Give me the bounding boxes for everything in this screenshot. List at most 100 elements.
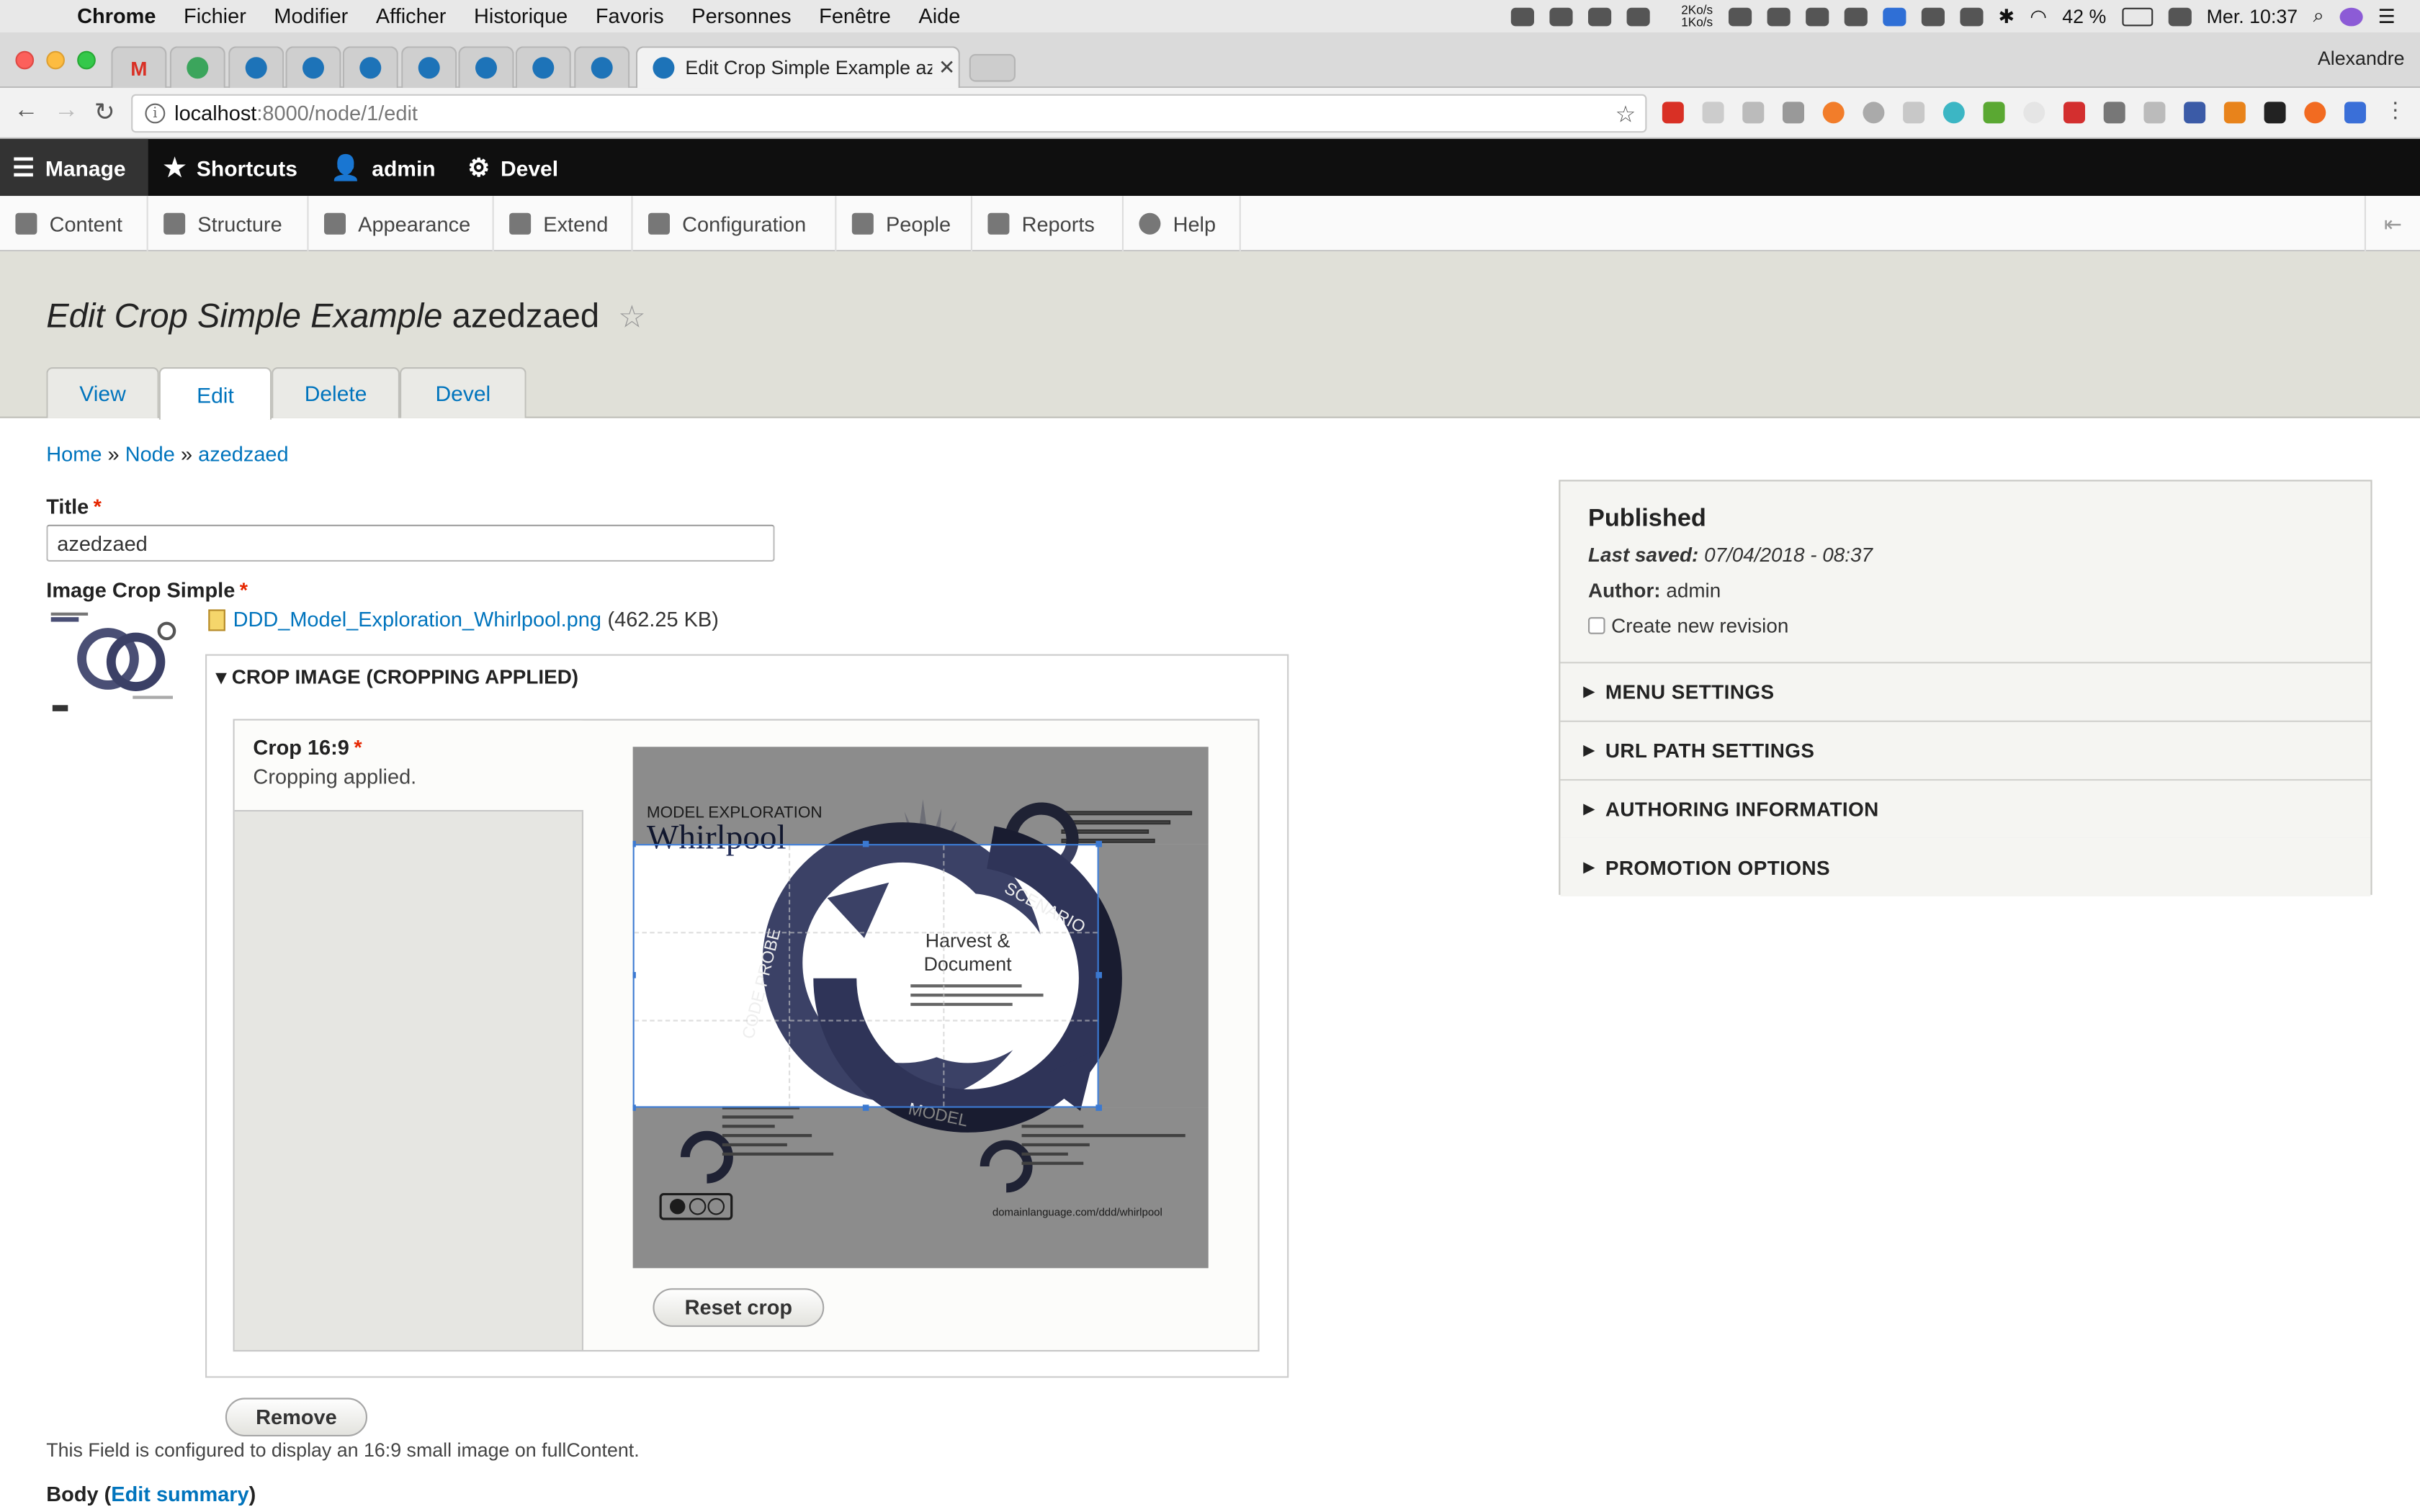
crop-handle-sw[interactable]	[632, 1104, 636, 1111]
terminal-icon[interactable]	[1882, 6, 1906, 26]
malwarebytes-icon[interactable]	[1767, 6, 1791, 26]
toolbar-user[interactable]: 👤 admin	[331, 139, 436, 196]
siri-icon[interactable]	[2339, 6, 2363, 26]
tab-drupal-6[interactable]	[515, 46, 571, 89]
tab-drupal-3[interactable]	[342, 46, 398, 89]
crop-handle-n[interactable]	[862, 840, 869, 847]
crop-handle-e[interactable]	[1095, 972, 1102, 978]
breadcrumb-node[interactable]: Node	[125, 443, 175, 466]
close-window-icon[interactable]	[15, 50, 35, 70]
notification-center-icon[interactable]: ☰	[2378, 4, 2396, 28]
toolbar-orientation-icon[interactable]: ⇤	[2364, 196, 2420, 252]
crop-summary[interactable]: ▾ CROP IMAGE (CROPPING APPLIED)	[216, 665, 578, 690]
address-bar[interactable]: i localhost:8000/node/1/edit ☆	[131, 94, 1647, 133]
tab-drupal-7[interactable]	[574, 46, 630, 89]
crop-selection[interactable]	[632, 840, 1102, 1111]
extension-icon[interactable]	[2184, 102, 2206, 124]
network-speed[interactable]: 2Ko/s 1Ko/s	[1666, 3, 1713, 28]
reset-crop-button[interactable]: Reset crop	[653, 1288, 825, 1327]
tab-edit[interactable]: Edit	[158, 366, 272, 420]
extension-icon[interactable]	[1903, 102, 1925, 124]
back-icon[interactable]: ←	[14, 97, 38, 125]
airplay-icon[interactable]	[1921, 6, 1945, 26]
tab-view[interactable]: View	[46, 366, 159, 418]
revision-checkbox[interactable]	[1588, 617, 1605, 634]
cloud-icon[interactable]	[1588, 6, 1612, 26]
tab-drupal-1[interactable]	[228, 46, 284, 89]
tray-appearance[interactable]: Appearance	[309, 196, 494, 252]
dropbox-icon[interactable]	[1728, 6, 1752, 26]
breadcrumb-home[interactable]: Home	[46, 443, 102, 466]
tab-gmail[interactable]: M	[111, 46, 167, 89]
extension-icon[interactable]	[2264, 102, 2286, 124]
crop-handle-s[interactable]	[862, 1104, 869, 1111]
extension-icon[interactable]	[1863, 102, 1885, 124]
menu-historique[interactable]: Historique	[474, 4, 568, 27]
url-path-settings-toggle[interactable]: ▶ URL PATH SETTINGS	[1560, 721, 2371, 781]
shortcut-star-icon[interactable]: ☆	[618, 301, 645, 335]
extension-icon[interactable]	[2023, 102, 2045, 124]
tab-drupal-4[interactable]	[401, 46, 457, 89]
clock[interactable]: Mer. 10:37	[2207, 6, 2298, 27]
docker-icon[interactable]	[1511, 6, 1535, 26]
tab-delete[interactable]: Delete	[272, 366, 400, 418]
profile-name[interactable]: Alexandre	[2318, 48, 2405, 69]
maximize-window-icon[interactable]	[77, 50, 96, 70]
menu-fenetre[interactable]: Fenêtre	[819, 4, 891, 27]
evernote-icon[interactable]	[1550, 6, 1574, 26]
toolbar-devel[interactable]: ⚙ Devel	[467, 139, 558, 196]
title-input[interactable]	[46, 524, 775, 562]
bluetooth-icon[interactable]: ✱	[1999, 4, 2015, 28]
chrome-menu-icon[interactable]: ⋮	[2385, 97, 2406, 123]
vpn-icon[interactable]	[1805, 6, 1829, 26]
crop-handle-nw[interactable]	[632, 840, 636, 847]
tray-extend[interactable]: Extend	[494, 196, 633, 252]
extension-icon[interactable]	[1742, 102, 1765, 124]
tray-reports[interactable]: Reports	[972, 196, 1124, 252]
menu-settings-toggle[interactable]: ▶ MENU SETTINGS	[1560, 663, 2371, 722]
time-machine-icon[interactable]	[1959, 6, 1984, 26]
tab-active[interactable]: Edit Crop Simple Example azedzaed ✕	[635, 46, 960, 89]
extension-icon[interactable]	[2304, 102, 2326, 124]
extension-icon[interactable]	[1702, 102, 1724, 124]
crop-handle-ne[interactable]	[1095, 840, 1102, 847]
tab-devel[interactable]: Devel	[400, 366, 526, 418]
gmail-extension-icon[interactable]	[1662, 102, 1684, 124]
remove-button[interactable]: Remove	[225, 1398, 367, 1436]
menu-personnes[interactable]: Personnes	[691, 4, 791, 27]
menu-chrome[interactable]: Chrome	[77, 4, 156, 27]
battery-percent[interactable]: 42 %	[2062, 6, 2106, 27]
crop-image-area[interactable]: MODEL EXPLORATION Whirlpool Harvest & Do…	[632, 747, 1209, 1269]
new-tab-button[interactable]	[969, 54, 1016, 82]
extension-icon[interactable]	[2344, 102, 2366, 124]
tray-content[interactable]: Content	[0, 196, 148, 252]
tray-people[interactable]: People	[836, 196, 972, 252]
battery-icon[interactable]	[2121, 6, 2153, 26]
crop-handle-w[interactable]	[632, 972, 636, 978]
shazam-icon[interactable]	[1844, 6, 1868, 26]
minimize-window-icon[interactable]	[46, 50, 65, 70]
edit-summary-link[interactable]: Edit summary	[111, 1482, 248, 1506]
metamask-icon[interactable]	[2223, 102, 2246, 124]
crop-tab-16-9[interactable]: Crop 16:9 * Cropping applied.	[234, 720, 583, 812]
extension-icon[interactable]	[2103, 102, 2125, 124]
menu-fichier[interactable]: Fichier	[184, 4, 246, 27]
memory-icon[interactable]	[1627, 6, 1651, 26]
cors-extension-icon[interactable]	[2063, 102, 2085, 124]
reload-icon[interactable]: ↻	[94, 97, 115, 128]
extension-icon[interactable]	[2143, 102, 2166, 124]
forward-icon[interactable]: →	[54, 97, 79, 125]
file-link[interactable]: DDD_Model_Exploration_Whirlpool.png	[233, 608, 601, 631]
authoring-information-toggle[interactable]: ▶ AUTHORING INFORMATION	[1560, 780, 2371, 840]
tray-help[interactable]: Help	[1124, 196, 1241, 252]
tray-structure[interactable]: Structure	[148, 196, 309, 252]
spotlight-icon[interactable]: ⌕	[2313, 4, 2324, 27]
close-tab-icon[interactable]: ✕	[938, 55, 955, 80]
extension-icon[interactable]	[1942, 102, 1965, 124]
menu-aide[interactable]: Aide	[918, 4, 960, 27]
tray-configuration[interactable]: Configuration	[633, 196, 837, 252]
promotion-options-toggle[interactable]: ▶ PROMOTION OPTIONS	[1560, 837, 2371, 896]
tab-maps[interactable]	[169, 46, 225, 89]
bookmark-star-icon[interactable]: ☆	[1615, 100, 1636, 127]
wifi-icon[interactable]: ◠	[2030, 4, 2046, 28]
